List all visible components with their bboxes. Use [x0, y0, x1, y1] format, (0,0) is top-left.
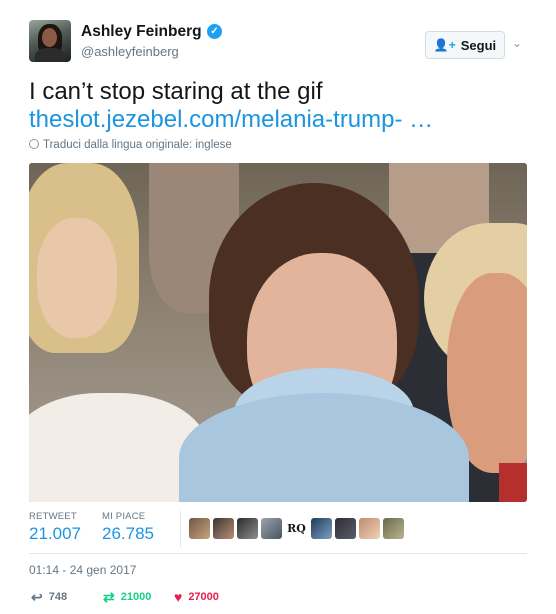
liker-avatar[interactable] [261, 518, 282, 539]
liker-avatar[interactable] [311, 518, 332, 539]
follow-button[interactable]: 👤+ Segui [425, 31, 505, 59]
retweet-count: 21000 [120, 591, 152, 603]
translate-link[interactable]: Traduci dalla lingua originale: inglese [29, 139, 232, 151]
liker-avatar[interactable] [237, 518, 258, 539]
tweet-link[interactable]: theslot.jezebel.com/melania-trump- … [29, 106, 433, 134]
retweet-stat[interactable]: RETWEET 21.007 [29, 511, 81, 544]
retweet-icon: ⇄ [103, 589, 115, 605]
reply-count: 748 [48, 591, 68, 603]
retweet-button[interactable]: ⇄ 21000 [103, 590, 151, 604]
retweet-stat-label: RETWEET [29, 511, 77, 522]
retweet-stat-value: 21.007 [29, 524, 81, 543]
tweet-actions: ↩ 748 ⇄ 21000 ♥ 27000 [29, 590, 329, 606]
tweet-text: I can’t stop staring at the gif [29, 78, 323, 105]
follow-button-label: Segui [460, 37, 497, 53]
liker-avatars: RQ [189, 518, 404, 539]
tweet-media-gif[interactable] [29, 163, 527, 502]
add-user-icon: 👤+ [433, 38, 456, 52]
divider [29, 553, 527, 554]
reply-icon: ↩ [31, 589, 43, 605]
tweet-stats: RETWEET 21.007 MI PIACE 26.785 RQ [29, 511, 527, 547]
chevron-down-icon[interactable]: ⌄ [512, 36, 526, 50]
like-count: 27000 [188, 591, 219, 603]
verified-badge-icon: ✓ [207, 24, 222, 39]
translate-label: Traduci dalla lingua originale: inglese [43, 139, 232, 151]
divider [180, 511, 181, 547]
likes-stat-value: 26.785 [102, 524, 154, 543]
liker-avatar[interactable] [359, 518, 380, 539]
liker-avatar[interactable]: RQ [285, 518, 308, 539]
liker-avatar[interactable] [213, 518, 234, 539]
globe-icon [29, 139, 39, 149]
liker-avatar[interactable] [383, 518, 404, 539]
user-handle[interactable]: @ashleyfeinberg [81, 44, 179, 59]
reply-button[interactable]: ↩ 748 [31, 590, 67, 604]
liker-avatar[interactable] [335, 518, 356, 539]
like-button[interactable]: ♥ 27000 [174, 590, 219, 604]
liker-avatar[interactable] [189, 518, 210, 539]
heart-icon: ♥ [174, 589, 183, 605]
likes-stat[interactable]: MI PIACE 26.785 [102, 511, 154, 544]
likes-stat-label: MI PIACE [102, 511, 146, 522]
avatar[interactable] [29, 20, 71, 62]
user-name[interactable]: Ashley Feinberg [81, 23, 202, 41]
tweet-timestamp[interactable]: 01:14 - 24 gen 2017 [29, 563, 136, 577]
